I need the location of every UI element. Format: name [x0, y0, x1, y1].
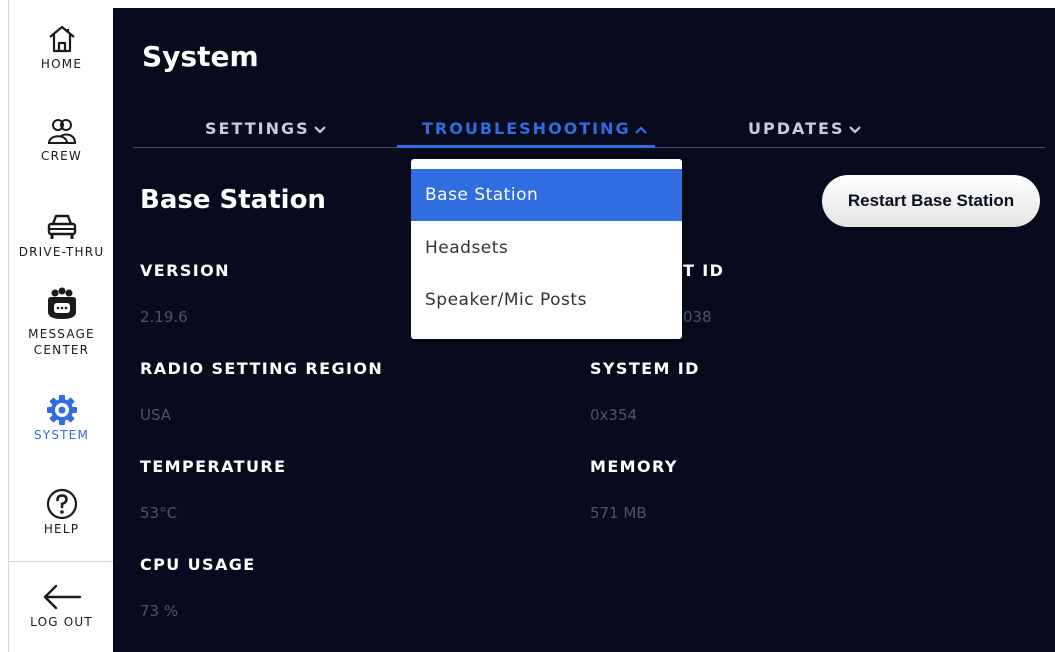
- tab-updates[interactable]: UPDATES: [748, 119, 861, 138]
- sidebar-item-log-out[interactable]: LOG OUT: [9, 580, 114, 630]
- sidebar-item-label-line2: CENTER: [33, 343, 90, 357]
- temperature-label: TEMPERATURE: [140, 457, 287, 476]
- sidebar-item-label: DRIVE-THRU: [18, 245, 105, 259]
- chevron-down-icon: [313, 125, 326, 134]
- sidebar-item-label: HOME: [40, 57, 83, 71]
- temperature-value: 53°C: [140, 504, 178, 522]
- system-id-label: SYSTEM ID: [590, 359, 700, 378]
- sidebar-item-label: CREW: [41, 149, 82, 163]
- sidebar-item-system[interactable]: SYSTEM: [9, 393, 114, 443]
- sidebar-item-label: HELP: [43, 522, 80, 536]
- cpu-usage-value: 73 %: [140, 602, 179, 620]
- sidebar-item-label: SYSTEM: [33, 428, 90, 442]
- help-icon: [46, 488, 77, 520]
- arrow-left-icon: [43, 584, 81, 610]
- radio-region-value: USA: [140, 406, 172, 424]
- chevron-down-icon: [848, 125, 861, 134]
- page-title: System: [142, 40, 259, 73]
- sidebar-divider: [9, 561, 114, 562]
- sidebar-nav: HOME CREW DRIVE-THRU MESSAGE CENTER SYST…: [8, 0, 114, 652]
- tab-label: SETTINGS: [205, 119, 310, 138]
- sidebar-item-label: LOG OUT: [30, 615, 93, 629]
- restart-base-station-button[interactable]: Restart Base Station: [822, 175, 1040, 227]
- memory-label: MEMORY: [590, 457, 678, 476]
- serial-id-label: T ID: [683, 261, 725, 280]
- active-tab-indicator: [397, 145, 655, 148]
- tab-label: UPDATES: [748, 119, 845, 138]
- cpu-usage-label: CPU USAGE: [140, 555, 256, 574]
- sidebar-item-help[interactable]: HELP: [9, 487, 114, 537]
- message-center-icon: [47, 287, 76, 319]
- tab-settings[interactable]: SETTINGS: [205, 119, 326, 138]
- menu-item-speaker-mic-posts[interactable]: Speaker/Mic Posts: [411, 274, 682, 326]
- home-icon: [48, 25, 75, 53]
- crew-icon: [47, 119, 76, 144]
- radio-region-label: RADIO SETTING REGION: [140, 359, 384, 378]
- version-value: 2.19.6: [140, 308, 188, 326]
- memory-value: 571 MB: [590, 504, 647, 522]
- section-title: Base Station: [140, 185, 326, 215]
- sidebar-item-message-center[interactable]: MESSAGE CENTER: [9, 286, 114, 358]
- sidebar-item-crew[interactable]: CREW: [9, 114, 114, 164]
- system-id-value: 0x354: [590, 406, 638, 424]
- car-icon: [47, 214, 76, 239]
- chevron-up-icon: [634, 125, 647, 134]
- menu-item-base-station[interactable]: Base Station: [411, 169, 682, 221]
- tab-troubleshooting[interactable]: TROUBLESHOOTING: [422, 119, 647, 138]
- sidebar-item-drive-thru[interactable]: DRIVE-THRU: [9, 210, 114, 260]
- serial-id-value: 038: [683, 308, 712, 326]
- version-label: VERSION: [140, 261, 230, 280]
- tab-label: TROUBLESHOOTING: [422, 119, 631, 138]
- gear-icon: [46, 395, 77, 425]
- sidebar-item-home[interactable]: HOME: [9, 22, 114, 72]
- menu-item-headsets[interactable]: Headsets: [411, 222, 682, 274]
- troubleshooting-dropdown-menu: Base Station Headsets Speaker/Mic Posts: [411, 159, 682, 339]
- sidebar-item-label-line1: MESSAGE: [28, 327, 95, 341]
